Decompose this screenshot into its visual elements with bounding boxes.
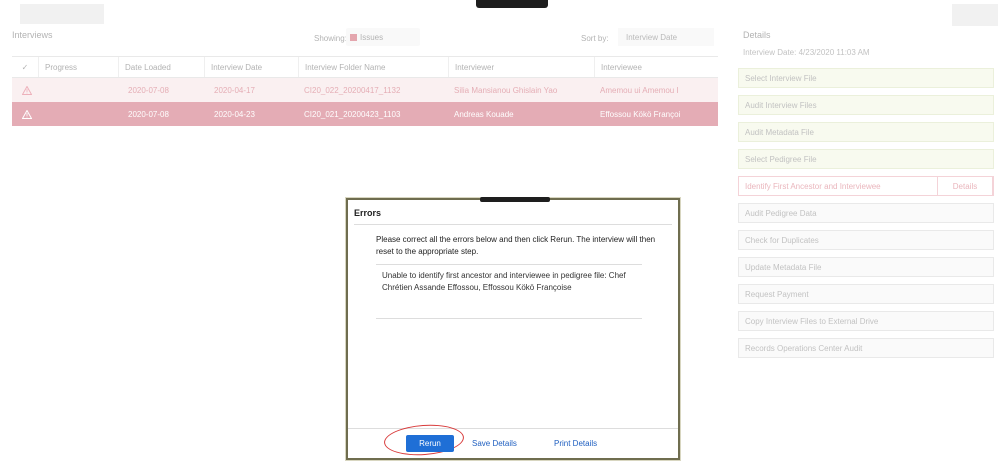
dialog-title: Errors — [354, 208, 382, 218]
column-header-date-loaded[interactable]: Date Loaded — [118, 57, 204, 77]
showing-filter[interactable]: Issues — [346, 28, 420, 46]
table-row-selected[interactable]: 2020-07-08 2020-04-23 CI20_021_20200423_… — [12, 102, 718, 126]
showing-filter-value: Issues — [360, 32, 384, 42]
interviews-title: Interviews — [12, 30, 53, 40]
divider — [354, 224, 672, 225]
row-folder: CI20_021_20200423_1103 — [304, 109, 401, 119]
row-progress — [38, 102, 118, 126]
window-tab-left — [20, 4, 104, 24]
column-header-folder[interactable]: Interview Folder Name — [298, 57, 448, 77]
step-label: Request Payment — [745, 289, 809, 299]
step-request-payment[interactable]: Request Payment — [738, 284, 994, 304]
step-audit-pedigree-data[interactable]: Audit Pedigree Data — [738, 203, 994, 223]
rerun-button[interactable]: Rerun — [406, 435, 454, 452]
step-records-operations-audit[interactable]: Records Operations Center Audit — [738, 338, 994, 358]
table-row[interactable]: 2020-07-08 2020-04-17 CI20_022_20200417_… — [12, 78, 718, 102]
save-details-button[interactable]: Save Details — [472, 439, 517, 448]
step-label: Copy Interview Files to External Drive — [745, 316, 879, 326]
window-handle[interactable] — [476, 0, 548, 8]
column-header-progress[interactable]: Progress — [38, 57, 118, 77]
step-audit-interview-files[interactable]: Audit Interview Files — [738, 95, 994, 115]
row-folder: CI20_022_20200417_1132 — [304, 85, 401, 95]
details-title: Details — [743, 30, 771, 40]
dialog-drag-handle[interactable] — [480, 197, 550, 202]
column-header-check[interactable]: ✓ — [12, 57, 38, 77]
errors-dialog: Errors Please correct all the errors bel… — [346, 197, 680, 460]
step-label: Select Interview File — [745, 73, 817, 83]
column-header-interviewee[interactable]: Interviewee — [594, 57, 718, 77]
print-details-button[interactable]: Print Details — [554, 439, 597, 448]
row-interviewer: Andreas Kouade — [454, 109, 514, 119]
window-tab-right — [952, 4, 998, 26]
sort-select[interactable]: Interview Date — [618, 28, 714, 46]
step-select-interview-file[interactable]: Select Interview File — [738, 68, 994, 88]
details-interview-date: Interview Date: 4/23/2020 11:03 AM — [743, 48, 870, 57]
interviews-table: ✓ Progress Date Loaded Interview Date In… — [12, 56, 718, 126]
step-check-duplicates[interactable]: Check for Duplicates — [738, 230, 994, 250]
step-label: Records Operations Center Audit — [745, 343, 863, 353]
step-update-metadata-file[interactable]: Update Metadata File — [738, 257, 994, 277]
table-header: ✓ Progress Date Loaded Interview Date In… — [12, 56, 718, 78]
divider — [376, 318, 642, 319]
step-select-pedigree-file[interactable]: Select Pedigree File — [738, 149, 994, 169]
step-label: Audit Interview Files — [745, 100, 817, 110]
step-copy-interview-files[interactable]: Copy Interview Files to External Drive — [738, 311, 994, 331]
error-message: Unable to identify first ancestor and in… — [382, 271, 626, 292]
step-label: Check for Duplicates — [745, 235, 819, 245]
step-label: Select Pedigree File — [745, 154, 817, 164]
row-interview-date: 2020-04-23 — [214, 109, 255, 119]
row-date-loaded: 2020-07-08 — [128, 109, 169, 119]
step-identify-first-ancestor[interactable]: Identify First Ancestor and Interviewee … — [738, 176, 994, 196]
warning-icon — [16, 78, 38, 102]
dialog-instructions: Please correct all the errors below and … — [376, 235, 656, 256]
step-audit-metadata-file[interactable]: Audit Metadata File — [738, 122, 994, 142]
step-label: Update Metadata File — [745, 262, 822, 272]
step-label: Audit Pedigree Data — [745, 208, 817, 218]
divider — [376, 264, 642, 265]
warning-icon — [16, 102, 38, 126]
dialog-footer: Rerun Save Details Print Details — [348, 422, 678, 458]
showing-label: Showing: — [314, 34, 347, 43]
row-interviewee: Effossou Kökö Françoi — [600, 109, 681, 119]
row-progress — [38, 78, 118, 102]
sort-label: Sort by: — [581, 34, 609, 43]
step-label: Audit Metadata File — [745, 127, 814, 137]
issues-swatch-icon — [350, 33, 357, 41]
step-label: Identify First Ancestor and Interviewee — [745, 181, 881, 191]
row-date-loaded: 2020-07-08 — [128, 85, 169, 95]
step-details-button[interactable]: Details — [937, 176, 993, 196]
row-interviewee: Amemou ui Amemou I — [600, 85, 679, 95]
row-interviewer: Silia Mansianou Ghislain Yao — [454, 85, 558, 95]
row-interview-date: 2020-04-17 — [214, 85, 255, 95]
column-header-interview-date[interactable]: Interview Date — [204, 57, 298, 77]
column-header-interviewer[interactable]: Interviewer — [448, 57, 594, 77]
